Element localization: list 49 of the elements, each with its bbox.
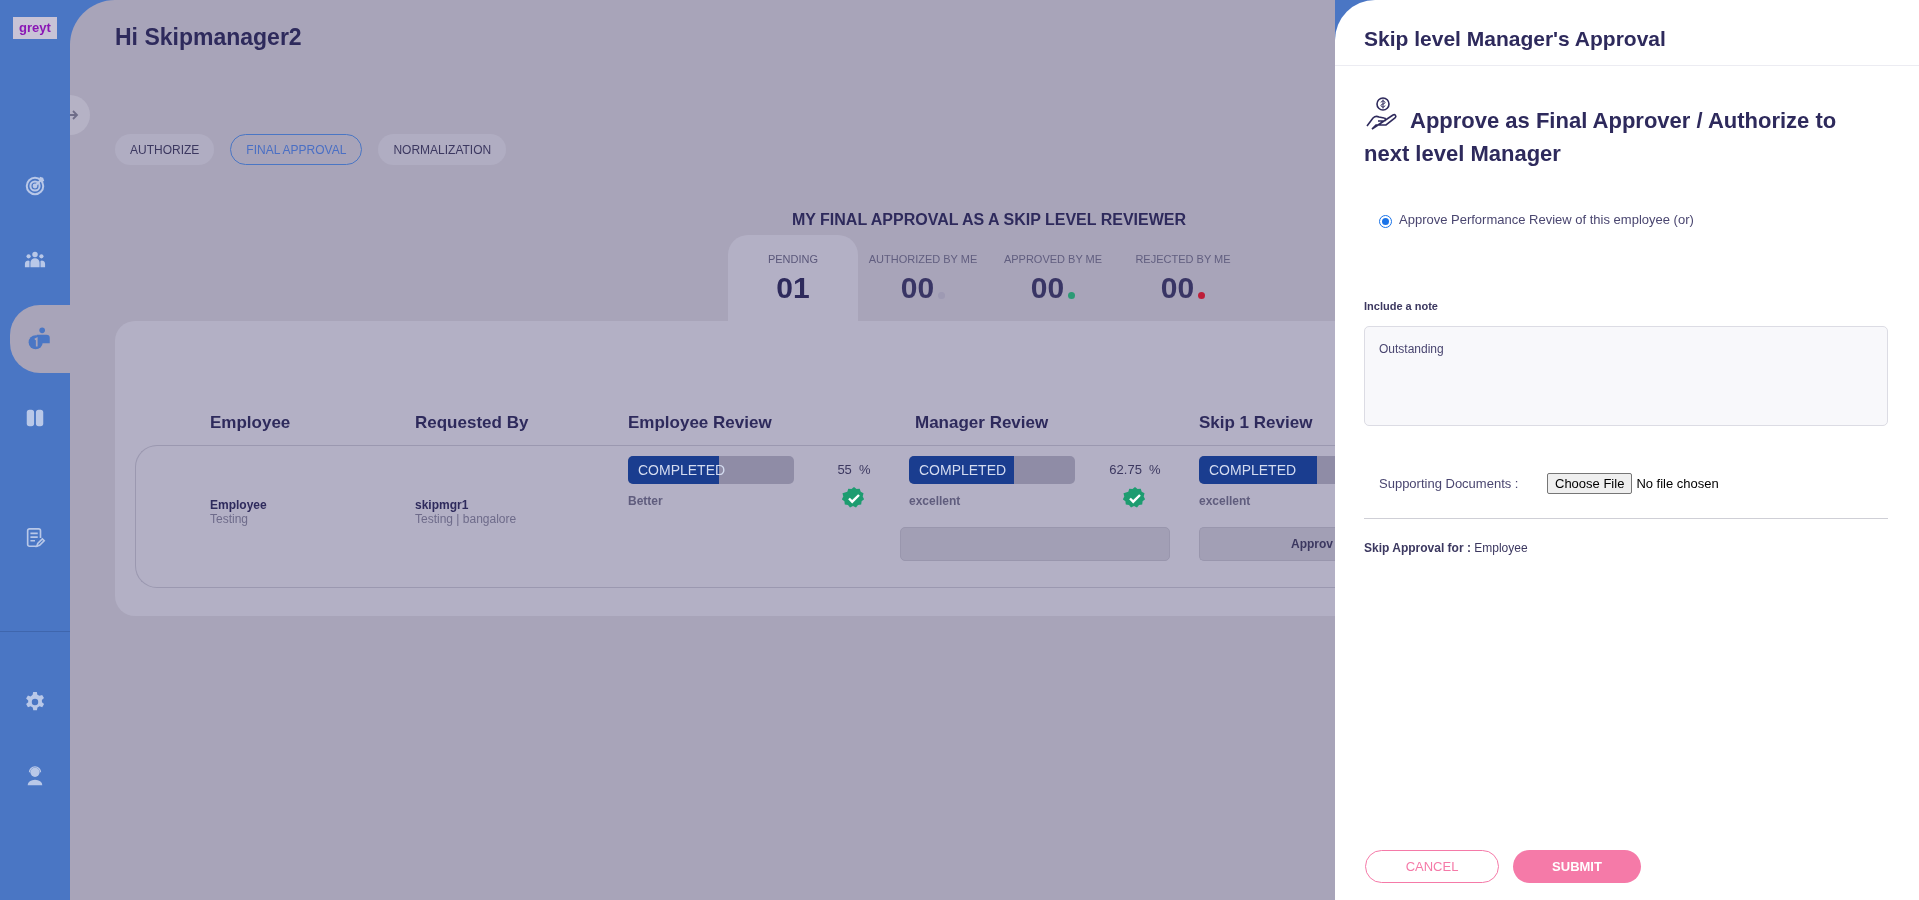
stat-label: AUTHORIZED BY ME <box>868 252 978 267</box>
stat-value: 00 <box>1030 269 1065 306</box>
greeting-heading: Hi Skipmanager2 <box>115 23 303 52</box>
radio-label: Approve Performance Review of this employee (or) <box>1399 211 1694 229</box>
person-badge-icon <box>27 326 53 352</box>
documents-label: Supporting Documents : <box>1379 474 1520 493</box>
action-button[interactable]: Approv <box>1199 526 1335 561</box>
panel-title: Skip level Manager's Approval <box>1364 26 1667 52</box>
file-status: No file chosen <box>1636 474 1719 493</box>
column-header: Employee Review <box>628 413 772 432</box>
approval-for-text: Skip Approval for : Employee <box>1364 540 1529 557</box>
column-header: Requested By <box>415 413 529 432</box>
document-edit-icon <box>24 527 46 549</box>
column-header: Employee <box>210 413 291 432</box>
column-header: Skip 1 Review <box>1199 413 1313 432</box>
requester-detail: Testing | bangalore <box>415 512 518 526</box>
stat-label: REJECTED BY ME <box>1135 252 1231 267</box>
score-text: 62.75 % <box>1109 460 1161 479</box>
note-field[interactable]: Outstanding <box>1364 326 1888 426</box>
book-icon <box>24 407 46 429</box>
approval-heading: Approve as Final Approver / Authorize to next level Manager <box>1364 96 1874 170</box>
stat-value: 00 <box>900 269 935 306</box>
rating-text: excellent <box>909 492 962 510</box>
employee-name: Employee <box>210 498 268 512</box>
hand-coin-icon <box>1364 96 1400 132</box>
tab[interactable]: AUTHORIZE <box>115 134 215 165</box>
score-text: 55 % <box>837 460 871 479</box>
summary-title: MY FINAL APPROVAL AS A SKIP LEVEL REVIEWER <box>791 210 1187 230</box>
stat-tab[interactable]: PENDING 01 <box>728 235 858 321</box>
stat-label: APPROVED BY ME <box>1003 252 1103 267</box>
note-label: Include a note <box>1364 298 1439 314</box>
settings-icon <box>24 691 46 713</box>
sidebar-nav-item[interactable] <box>10 305 70 373</box>
target-icon <box>24 175 46 197</box>
stat-label: PENDING <box>767 252 819 267</box>
status-label: COMPLETED <box>919 461 1007 478</box>
column-header: Manager Review <box>915 413 1049 432</box>
requester-name: skipmgr1 <box>415 498 470 512</box>
action-button[interactable] <box>900 526 1170 561</box>
employee-department: Testing <box>210 512 250 526</box>
logo[interactable]: greyt <box>13 17 57 39</box>
choose-file-button[interactable]: Choose File <box>1547 473 1633 494</box>
submit-button[interactable]: SUBMIT <box>1513 850 1641 883</box>
status-label: COMPLETED <box>1209 461 1297 478</box>
stat-value: 01 <box>776 269 810 306</box>
rating-text: Better <box>628 492 664 510</box>
tab[interactable]: NORMALIZATION <box>378 134 507 165</box>
rating-text: excellent <box>1199 492 1252 510</box>
stat-value: 00 <box>1160 269 1195 306</box>
